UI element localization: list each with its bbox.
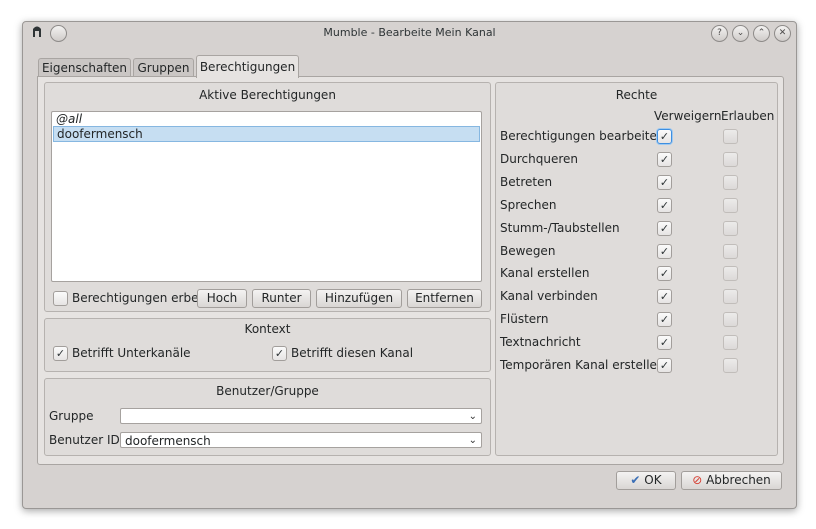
allow-checkbox[interactable] [723, 129, 738, 144]
deny-checkbox[interactable]: ✓ [657, 312, 672, 328]
tab-eigenschaften[interactable]: Eigenschaften [38, 58, 131, 77]
cancel-button[interactable]: ⊘ Abbrechen [681, 471, 782, 490]
active-permissions-title: Aktive Berechtigungen [199, 88, 336, 102]
right-label: Sprechen [500, 197, 557, 212]
allow-checkbox[interactable] [723, 266, 738, 282]
deny-checkbox[interactable]: ✓ [657, 335, 672, 351]
window-title: Mumble - Bearbeite Mein Kanal [323, 26, 496, 39]
context-group: Kontext ✓ Betrifft Unterkanäle ✓ Betriff… [44, 318, 491, 372]
tab-gruppen[interactable]: Gruppen [133, 58, 194, 77]
dialog-window: Mumble - Bearbeite Mein Kanal ? ⌄ ⌃ ✕ Ei… [22, 21, 797, 509]
right-label: Bewegen [500, 243, 556, 258]
help-icon[interactable]: ? [711, 25, 728, 42]
ok-button[interactable]: ✔ OK [616, 471, 676, 490]
permissions-panel: Aktive Berechtigungen @all doofermensch … [37, 76, 784, 465]
right-label: Durchqueren [500, 151, 578, 166]
user-id-combobox[interactable]: doofermensch ⌄ [120, 432, 482, 448]
tab-berechtigungen[interactable]: Berechtigungen [196, 55, 299, 78]
deny-checkbox[interactable]: ✓ [657, 266, 672, 282]
active-permissions-group: Aktive Berechtigungen @all doofermensch … [44, 82, 491, 312]
applies-channel-checkbox[interactable]: ✓ [272, 346, 287, 361]
context-title: Kontext [244, 322, 291, 336]
list-item[interactable]: @all [53, 112, 480, 126]
right-label: Stumm-/Taubstellen [500, 220, 620, 235]
allow-checkbox[interactable] [723, 312, 738, 328]
deny-checkbox[interactable]: ✓ [657, 174, 672, 190]
group-combobox[interactable]: ⌄ [120, 408, 482, 424]
applies-subchannels-label: Betrifft Unterkanäle [72, 346, 191, 360]
tab-label: Gruppen [137, 61, 190, 75]
user-id-value: doofermensch [125, 434, 211, 448]
right-label: Kanal erstellen [500, 266, 590, 281]
applies-subchannels-checkbox[interactable]: ✓ [53, 346, 68, 361]
ok-label: OK [644, 473, 662, 487]
cancel-icon: ⊘ [692, 473, 703, 487]
user-group-group: Benutzer/Gruppe Gruppe ⌄ Benutzer ID doo… [44, 378, 491, 456]
group-label: Gruppe [49, 409, 94, 423]
inherit-permissions-checkbox[interactable] [53, 291, 68, 306]
cancel-label: Abbrechen [706, 473, 771, 487]
deny-checkbox[interactable]: ✓ [657, 243, 672, 259]
deny-checkbox[interactable]: ✓ [657, 358, 672, 373]
deny-checkbox[interactable]: ✓ [657, 129, 672, 144]
allow-checkbox[interactable] [723, 289, 738, 305]
down-button[interactable]: Runter [252, 289, 311, 308]
allow-checkbox[interactable] [723, 335, 738, 351]
inherit-permissions-label: Berechtigungen erber [72, 291, 204, 305]
right-label: Kanal verbinden [500, 289, 598, 304]
allow-checkbox[interactable] [723, 220, 738, 236]
chevron-down-icon: ⌄ [468, 435, 477, 446]
up-button[interactable]: Hoch [197, 289, 247, 308]
right-label: Berechtigungen bearbeiten [500, 129, 665, 143]
deny-header: Verweigern [654, 109, 722, 123]
allow-checkbox[interactable] [723, 243, 738, 259]
close-icon[interactable]: ✕ [774, 25, 791, 42]
checkmark-icon: ✔ [630, 473, 641, 487]
deny-checkbox[interactable]: ✓ [657, 197, 672, 213]
allow-checkbox[interactable] [723, 197, 738, 213]
right-label: Textnachricht [500, 335, 581, 350]
right-label: Temporären Kanal erstellen [500, 358, 665, 372]
minimize-icon[interactable]: ⌄ [732, 25, 749, 42]
deny-checkbox[interactable]: ✓ [657, 289, 672, 305]
permissions-list[interactable]: @all doofermensch [51, 111, 482, 282]
allow-checkbox[interactable] [723, 174, 738, 190]
allow-header: Erlauben [721, 109, 775, 123]
chevron-down-icon: ⌄ [468, 411, 477, 422]
deny-checkbox[interactable]: ✓ [657, 220, 672, 236]
list-item[interactable]: doofermensch [53, 126, 480, 142]
user-id-label: Benutzer ID [49, 433, 120, 447]
tab-label: Eigenschaften [41, 61, 128, 75]
applies-channel-label: Betrifft diesen Kanal [291, 346, 414, 360]
add-button[interactable]: Hinzufügen [316, 289, 402, 308]
maximize-icon[interactable]: ⌃ [753, 25, 770, 42]
deny-checkbox[interactable]: ✓ [657, 151, 672, 167]
right-label: Betreten [500, 174, 553, 189]
allow-checkbox[interactable] [723, 358, 738, 373]
user-group-title: Benutzer/Gruppe [216, 384, 319, 398]
rights-group: Rechte Verweigern Erlauben Berechtigunge… [495, 82, 778, 456]
right-label: Flüstern [500, 312, 549, 327]
allow-checkbox[interactable] [723, 151, 738, 167]
title-bar[interactable]: Mumble - Bearbeite Mein Kanal ? ⌄ ⌃ ✕ [23, 22, 796, 44]
rights-title: Rechte [615, 88, 658, 102]
remove-button[interactable]: Entfernen [407, 289, 482, 308]
tab-label: Berechtigungen [199, 60, 296, 74]
